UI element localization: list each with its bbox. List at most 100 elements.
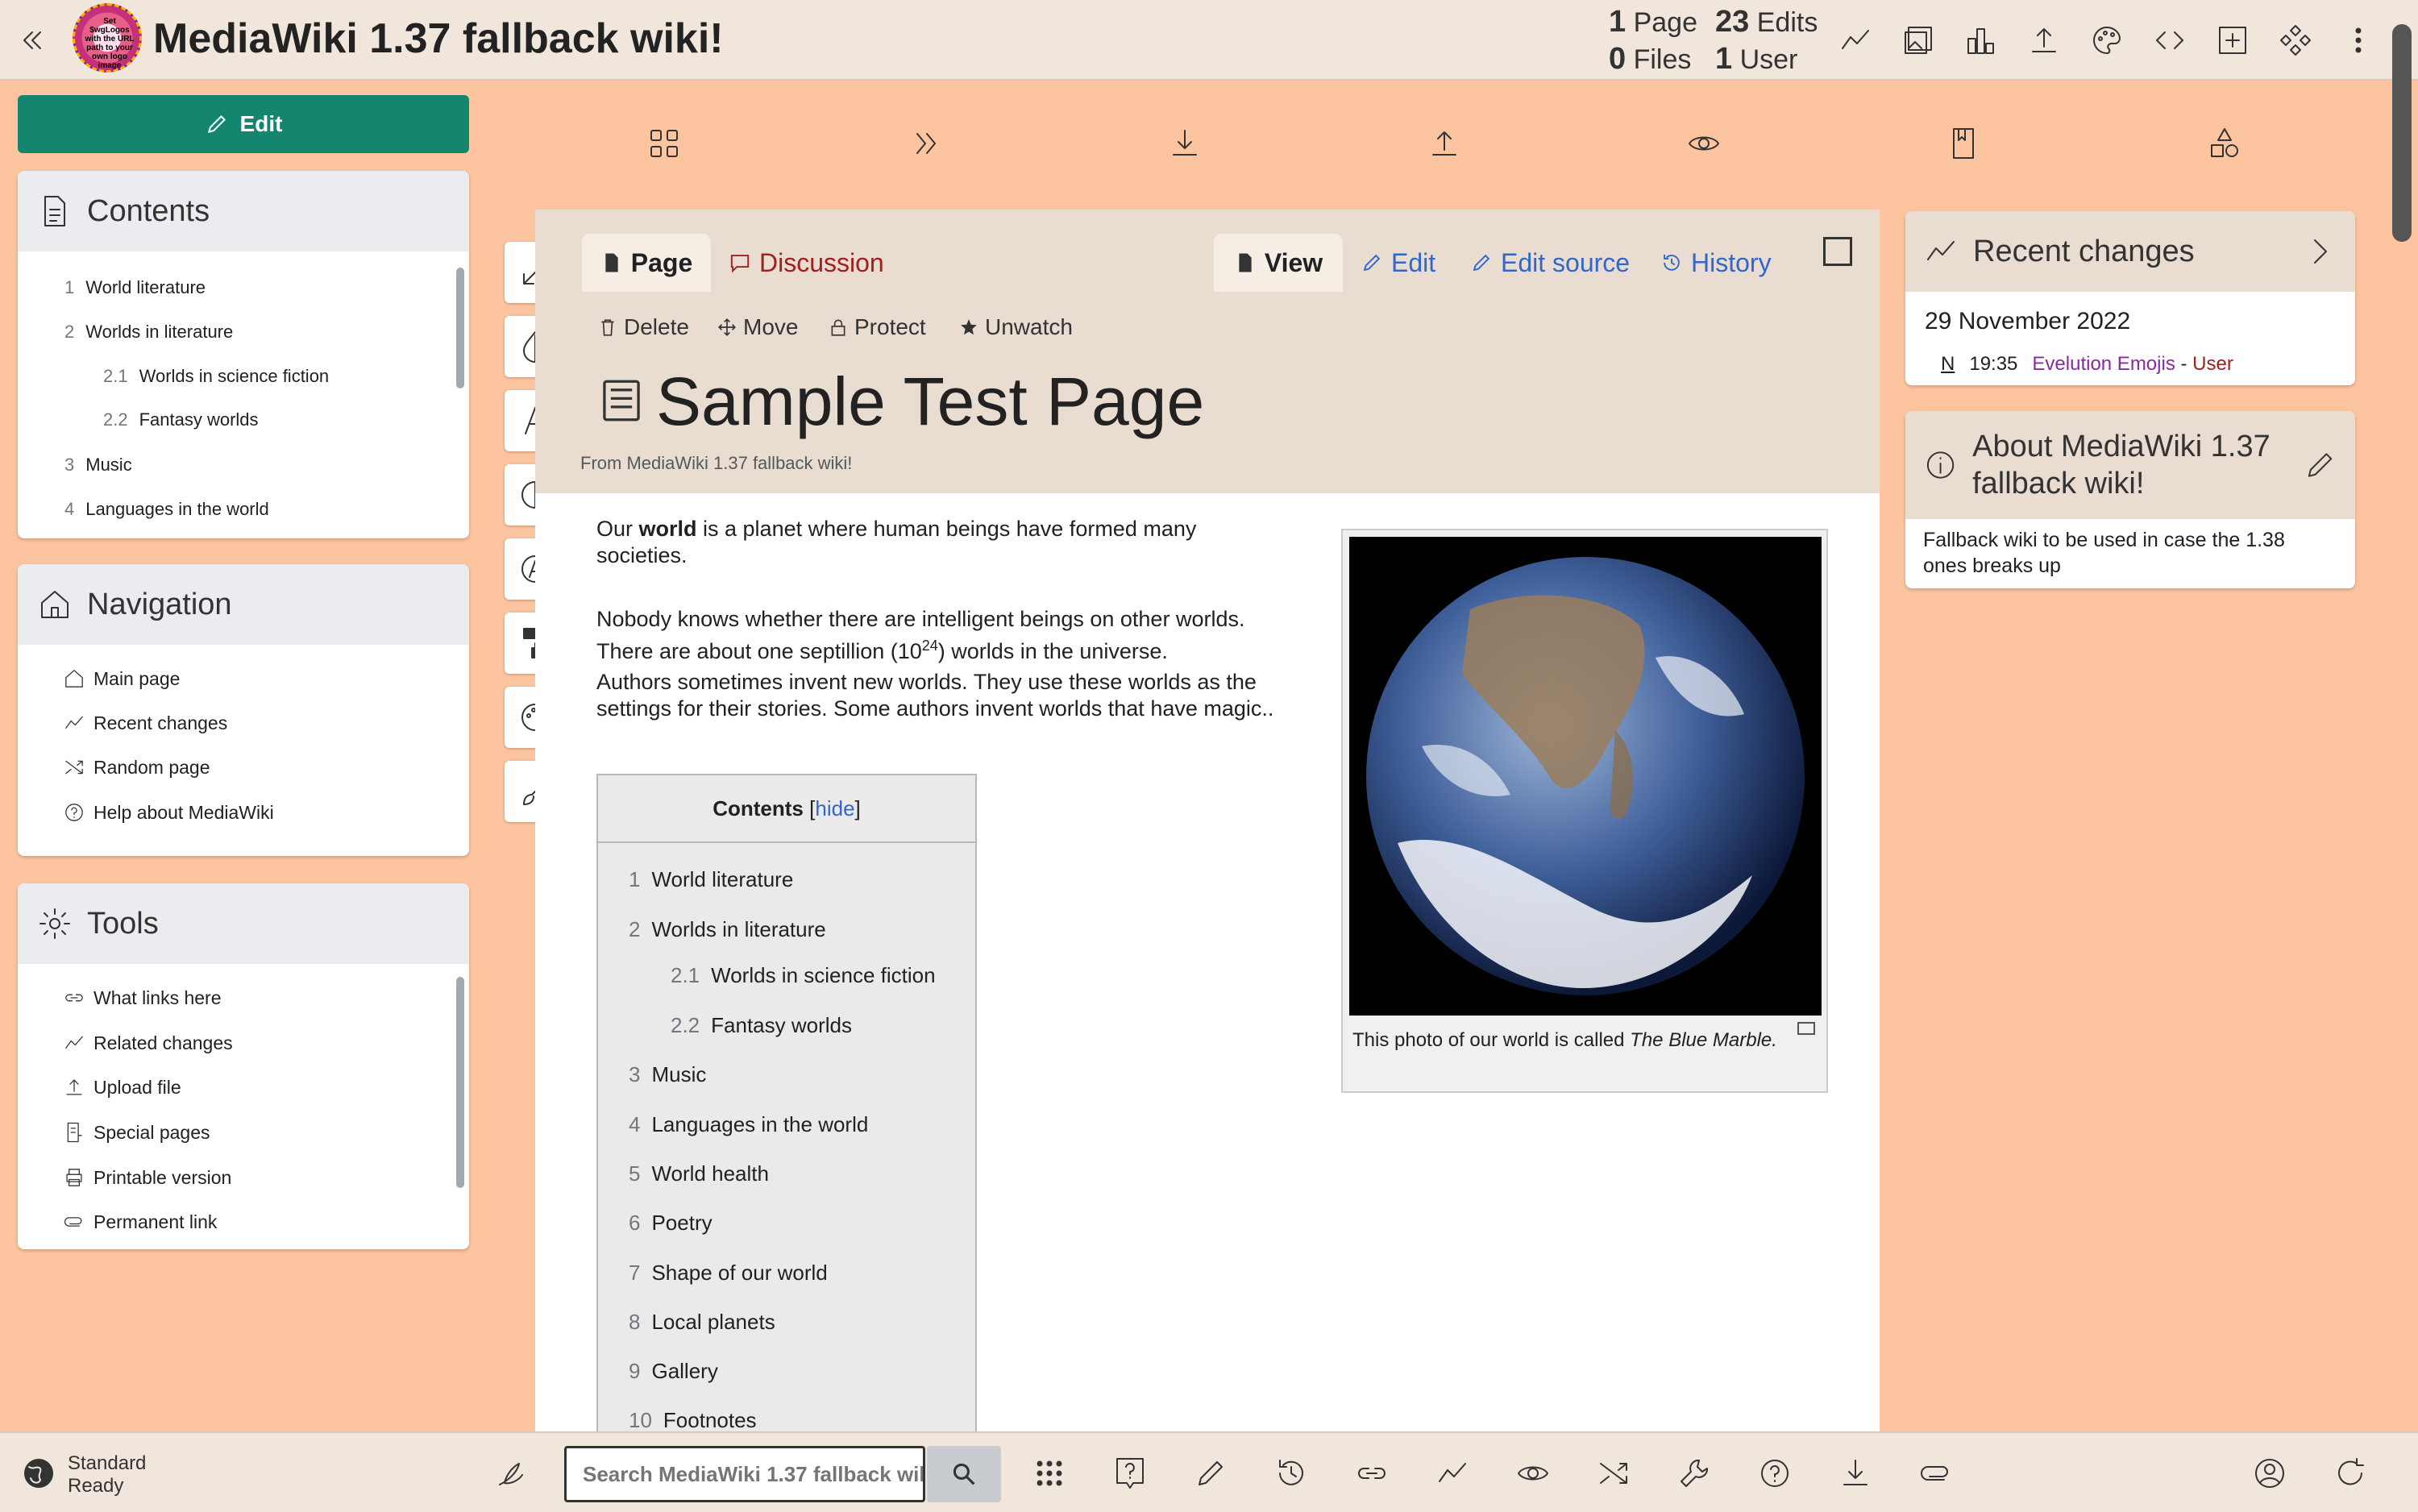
tool-related-changes[interactable]: Related changes (63, 1032, 233, 1054)
upload-icon[interactable] (1427, 126, 1462, 161)
tab-edit-source[interactable]: Edit source (1470, 234, 1630, 292)
edit-button[interactable]: Edit (18, 95, 469, 153)
trend-icon[interactable] (1435, 1456, 1470, 1491)
toc-item[interactable]: 6 Poetry (629, 1211, 713, 1236)
skin-logo-icon[interactable] (493, 1456, 529, 1491)
tool-upload-file[interactable]: Upload file (63, 1076, 181, 1099)
tool-special-pages[interactable]: Special pages (63, 1121, 210, 1144)
globe-icon[interactable] (21, 1456, 56, 1491)
tab-view[interactable]: View (1214, 234, 1343, 292)
document-icon (44, 196, 65, 226)
stat-pages[interactable]: 1 Page (1609, 5, 1697, 39)
nav-main-page[interactable]: Main page (63, 667, 180, 690)
chevron-right-icon[interactable] (2302, 234, 2337, 269)
site-logo[interactable]: Set $wgLogos with the URL path to your o… (73, 3, 142, 73)
add-box-icon[interactable] (2215, 23, 2250, 58)
tab-history[interactable]: History (1660, 234, 1772, 292)
toc-item[interactable]: 10 Footnotes (629, 1408, 757, 1433)
nav-random-page[interactable]: Random page (63, 756, 210, 779)
sidebar-toc-item[interactable]: 2.2 Fantasy worlds (103, 409, 259, 430)
help-icon[interactable] (1757, 1456, 1793, 1491)
eye-icon[interactable] (1686, 126, 1722, 161)
toc-item[interactable]: 5 World health (629, 1161, 769, 1186)
pencil-icon[interactable] (1193, 1456, 1228, 1491)
sidebar-toc-item[interactable]: 4 Languages in the world (64, 499, 269, 520)
shapes-icon[interactable] (2207, 126, 2242, 161)
pencil-icon[interactable] (2303, 447, 2337, 483)
tab-discussion[interactable]: Discussion (729, 234, 884, 292)
tool-what-links-here[interactable]: What links here (63, 987, 222, 1009)
tool-printable-version[interactable]: Printable version (63, 1166, 231, 1189)
bookmark-icon[interactable] (1946, 126, 1981, 161)
trend-icon[interactable] (1838, 23, 1873, 58)
page-scrollbar[interactable] (2392, 24, 2412, 242)
help-box-icon[interactable] (1112, 1456, 1148, 1491)
action-delete[interactable]: Delete (598, 314, 689, 340)
stat-edits[interactable]: 23 Edits (1715, 5, 1818, 39)
tool-permanent-link[interactable]: Permanent link (63, 1211, 217, 1233)
shuffle-icon[interactable] (1596, 1456, 1631, 1491)
tools-header[interactable]: Tools (18, 883, 469, 964)
refresh-icon[interactable] (2333, 1456, 2368, 1491)
contents-header[interactable]: Contents (18, 171, 469, 251)
toc-item[interactable]: 4 Languages in the world (629, 1112, 868, 1137)
link-icon[interactable] (1354, 1456, 1390, 1491)
more-vertical-icon[interactable] (2341, 23, 2376, 58)
stat-users[interactable]: 1 User (1715, 42, 1797, 77)
toc-item[interactable]: 3 Music (629, 1062, 706, 1087)
user-icon[interactable] (2252, 1456, 2287, 1491)
magnify-icon[interactable] (1797, 1022, 1815, 1035)
action-protect[interactable]: Protect (829, 314, 926, 340)
grid-icon[interactable] (646, 126, 682, 161)
navigation-header[interactable]: Navigation (18, 564, 469, 645)
toc-item[interactable]: 9 Gallery (629, 1359, 718, 1384)
action-move[interactable]: Move (717, 314, 798, 340)
earth-image[interactable] (1349, 537, 1822, 1016)
nav-recent-changes[interactable]: Recent changes (63, 712, 227, 734)
images-icon[interactable] (1901, 23, 1936, 58)
recent-changes-header[interactable]: Recent changes (1905, 211, 2355, 292)
sidebar-toc-item[interactable]: 1 World literature (64, 277, 206, 298)
download-icon[interactable] (1838, 1456, 1873, 1491)
upload-icon[interactable] (2026, 23, 2062, 58)
site-title[interactable]: MediaWiki 1.37 fallback wiki! (153, 15, 724, 63)
recent-page-link[interactable]: Evelution Emojis (2032, 353, 2175, 375)
apps-icon[interactable] (1032, 1456, 1067, 1491)
action-unwatch[interactable]: Unwatch (959, 314, 1073, 340)
sidebar-toc-item[interactable]: 3 Music (64, 455, 132, 476)
nav-help[interactable]: Help about MediaWiki (63, 801, 274, 824)
download-icon[interactable] (1167, 126, 1203, 161)
toc-hide-link[interactable]: hide (815, 796, 854, 821)
eye-icon[interactable] (1515, 1456, 1551, 1491)
recent-date: 29 November 2022 (1925, 308, 2131, 334)
code-icon[interactable] (2152, 23, 2187, 58)
toc-item[interactable]: 2 Worlds in literature (629, 917, 826, 942)
collapse-sidebar-button[interactable] (15, 23, 50, 58)
tab-edit[interactable]: Edit (1361, 234, 1435, 292)
toc-item[interactable]: 8 Local planets (629, 1310, 775, 1335)
paperclip-icon[interactable] (1918, 1456, 1954, 1491)
sidebar-toc-item[interactable]: 2.1 Worlds in science fiction (103, 366, 329, 387)
tab-page[interactable]: Page (582, 234, 711, 292)
trend-icon (1927, 241, 1955, 260)
wrench-icon[interactable] (1676, 1456, 1712, 1491)
home-icon (41, 591, 69, 618)
search-button[interactable] (927, 1446, 1001, 1502)
toc-item[interactable]: 2.2 Fantasy worlds (671, 1013, 852, 1038)
tools-scrollbar[interactable] (456, 977, 464, 1188)
toc-item[interactable]: 7 Shape of our world (629, 1261, 828, 1286)
stat-files[interactable]: 0 Files (1609, 42, 1691, 77)
about-text: Fallback wiki to be used in case the 1.3… (1923, 529, 2285, 577)
chevrons-right-icon[interactable] (908, 126, 943, 161)
palette-icon[interactable] (2089, 23, 2125, 58)
search-input[interactable] (564, 1446, 925, 1502)
chart-icon[interactable] (1963, 23, 1999, 58)
history-icon[interactable] (1273, 1456, 1309, 1491)
toc-item[interactable]: 1 World literature (629, 867, 793, 892)
move-icon[interactable] (2278, 23, 2313, 58)
toc-item[interactable]: 2.1 Worlds in science fiction (671, 963, 936, 988)
recent-user-link[interactable]: User (2192, 353, 2233, 375)
fullscreen-toggle[interactable] (1823, 237, 1852, 266)
contents-scrollbar[interactable] (456, 268, 464, 388)
sidebar-toc-item[interactable]: 2 Worlds in literature (64, 322, 233, 343)
